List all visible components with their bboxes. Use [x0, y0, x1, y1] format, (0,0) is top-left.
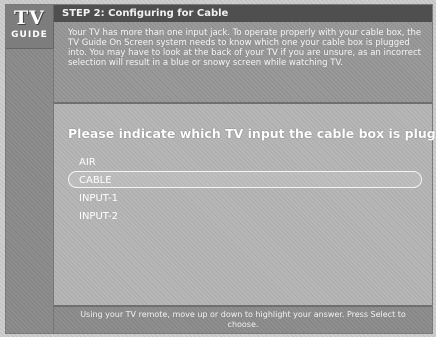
instructions-footer: Using your TV remote, move up or down to… — [54, 305, 432, 333]
tv-guide-logo: TV GUIDE — [6, 5, 54, 49]
logo-text-tv: TV — [14, 7, 45, 29]
guide-frame: TV GUIDE STEP 2: Configuring for Cable Y… — [5, 4, 436, 334]
input-options-list: AIR CABLE INPUT-1 INPUT-2 — [68, 153, 422, 225]
option-air[interactable]: AIR — [68, 153, 422, 170]
option-input-2[interactable]: INPUT-2 — [68, 207, 422, 224]
option-cable[interactable]: CABLE — [68, 171, 422, 188]
option-input-1[interactable]: INPUT-1 — [68, 189, 422, 206]
question-prompt: Please indicate which TV input the cable… — [68, 126, 436, 141]
left-sidebar — [6, 49, 54, 333]
step-title: STEP 2: Configuring for Cable — [54, 5, 432, 22]
question-panel: Please indicate which TV input the cable… — [54, 104, 436, 305]
intro-text: Your TV has more than one input jack. To… — [54, 22, 432, 104]
tv-screen: TV GUIDE STEP 2: Configuring for Cable Y… — [0, 0, 436, 337]
logo-text-guide: GUIDE — [11, 30, 48, 40]
